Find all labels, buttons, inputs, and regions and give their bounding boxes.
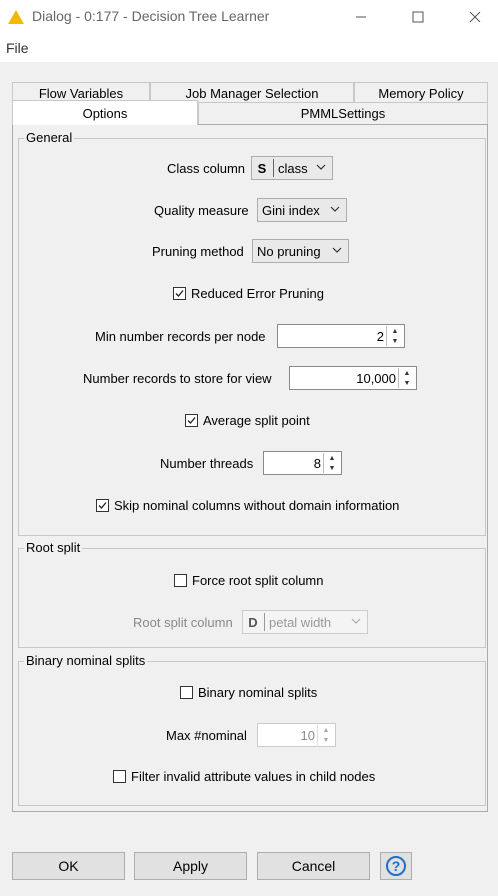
records-view-value: 10,000	[356, 371, 396, 386]
min-records-value: 2	[376, 329, 384, 344]
knime-triangle-icon	[7, 9, 25, 28]
help-icon: ?	[386, 856, 406, 876]
binary-nominal-splits-checkbox[interactable]: Binary nominal splits	[180, 685, 317, 700]
average-split-point-checkbox[interactable]: Average split point	[185, 413, 310, 428]
binary-splits-group-title: Binary nominal splits	[24, 653, 148, 668]
tab-pmml-settings[interactable]: PMMLSettings	[198, 102, 488, 124]
spinner-down-icon[interactable]: ▼	[387, 336, 403, 346]
min-records-spinner[interactable]: 2 ▲ ▼	[277, 324, 405, 348]
max-nominal-value: 10	[300, 728, 315, 743]
class-column-value: class	[278, 160, 308, 176]
records-view-label: Number records to store for view	[83, 371, 272, 386]
maximize-icon	[412, 11, 424, 23]
menu-file[interactable]: File	[6, 40, 29, 56]
checkmark-icon	[98, 502, 107, 509]
title-bar: Dialog - 0:177 - Decision Tree Learner	[0, 0, 498, 34]
root-split-column-label: Root split column	[133, 615, 233, 630]
root-split-column-select[interactable]: D petal width	[242, 610, 368, 634]
quality-measure-label: Quality measure	[154, 203, 249, 218]
chevron-down-icon	[330, 206, 340, 212]
spinner-up-icon[interactable]: ▲	[387, 326, 403, 336]
spinner-down-icon[interactable]: ▼	[399, 378, 415, 388]
records-view-spinner[interactable]: 10,000 ▲ ▼	[289, 366, 417, 390]
root-split-group-title: Root split	[24, 540, 83, 555]
quality-measure-value: Gini index	[262, 202, 320, 218]
maximize-button[interactable]	[395, 0, 441, 34]
number-threads-value: 8	[313, 456, 321, 471]
checkbox-box	[180, 686, 193, 699]
pruning-method-select[interactable]: No pruning	[252, 239, 349, 263]
number-threads-label: Number threads	[160, 456, 254, 471]
menu-bar: File	[0, 34, 498, 62]
cancel-button[interactable]: Cancel	[257, 852, 370, 880]
filter-invalid-values-label: Filter invalid attribute values in child…	[131, 769, 376, 784]
ok-button[interactable]: OK	[12, 852, 125, 880]
number-threads-spinner[interactable]: 8 ▲ ▼	[263, 451, 342, 475]
chevron-down-icon	[316, 164, 326, 170]
spinner-up-icon[interactable]: ▲	[399, 368, 415, 378]
quality-measure-select[interactable]: Gini index	[257, 198, 347, 222]
apply-button[interactable]: Apply	[134, 852, 247, 880]
pruning-method-value: No pruning	[257, 243, 321, 259]
help-button[interactable]: ?	[380, 852, 412, 880]
chevron-down-icon	[351, 618, 361, 624]
class-column-label: Class column	[167, 161, 246, 176]
string-type-badge: S	[255, 159, 274, 177]
close-window-button[interactable]	[452, 0, 498, 34]
spinner-down-icon[interactable]: ▼	[318, 735, 334, 745]
spinner-down-icon[interactable]: ▼	[324, 463, 340, 473]
checkbox-box	[96, 499, 109, 512]
min-records-label: Min number records per node	[95, 329, 266, 344]
max-nominal-spinner[interactable]: 10 ▲ ▼	[257, 723, 336, 747]
window-title: Dialog - 0:177 - Decision Tree Learner	[32, 8, 270, 24]
minimize-icon	[356, 16, 366, 18]
spinner-up-icon[interactable]: ▲	[324, 453, 340, 463]
pruning-method-label: Pruning method	[152, 244, 244, 259]
tab-options[interactable]: Options	[12, 100, 198, 125]
max-nominal-label: Max #nominal	[166, 728, 247, 743]
average-split-point-label: Average split point	[203, 413, 310, 428]
minimize-button[interactable]	[338, 0, 384, 34]
checkmark-icon	[175, 290, 184, 297]
force-root-split-label: Force root split column	[192, 573, 324, 588]
tab-memory-policy[interactable]: Memory Policy	[354, 82, 488, 104]
general-group-title: General	[24, 130, 75, 145]
checkbox-box	[174, 574, 187, 587]
class-column-select[interactable]: S class	[251, 156, 333, 180]
reduced-error-pruning-checkbox[interactable]: Reduced Error Pruning	[173, 286, 324, 301]
binary-nominal-splits-label: Binary nominal splits	[198, 685, 318, 700]
checkbox-box	[113, 770, 126, 783]
skip-nominal-label: Skip nominal columns without domain info…	[114, 498, 400, 513]
force-root-split-checkbox[interactable]: Force root split column	[174, 573, 324, 588]
chevron-down-icon	[332, 247, 342, 253]
spinner-up-icon[interactable]: ▲	[318, 725, 334, 735]
filter-invalid-values-checkbox[interactable]: Filter invalid attribute values in child…	[113, 769, 375, 784]
checkmark-icon	[187, 417, 196, 424]
close-icon	[469, 11, 481, 23]
checkbox-box	[185, 414, 198, 427]
root-split-column-value: petal width	[269, 614, 332, 630]
double-type-badge: D	[246, 613, 265, 631]
checkbox-box	[173, 287, 186, 300]
skip-nominal-checkbox[interactable]: Skip nominal columns without domain info…	[96, 498, 399, 513]
reduced-error-pruning-label: Reduced Error Pruning	[191, 286, 324, 301]
binary-splits-group: Binary nominal splits	[18, 653, 486, 806]
